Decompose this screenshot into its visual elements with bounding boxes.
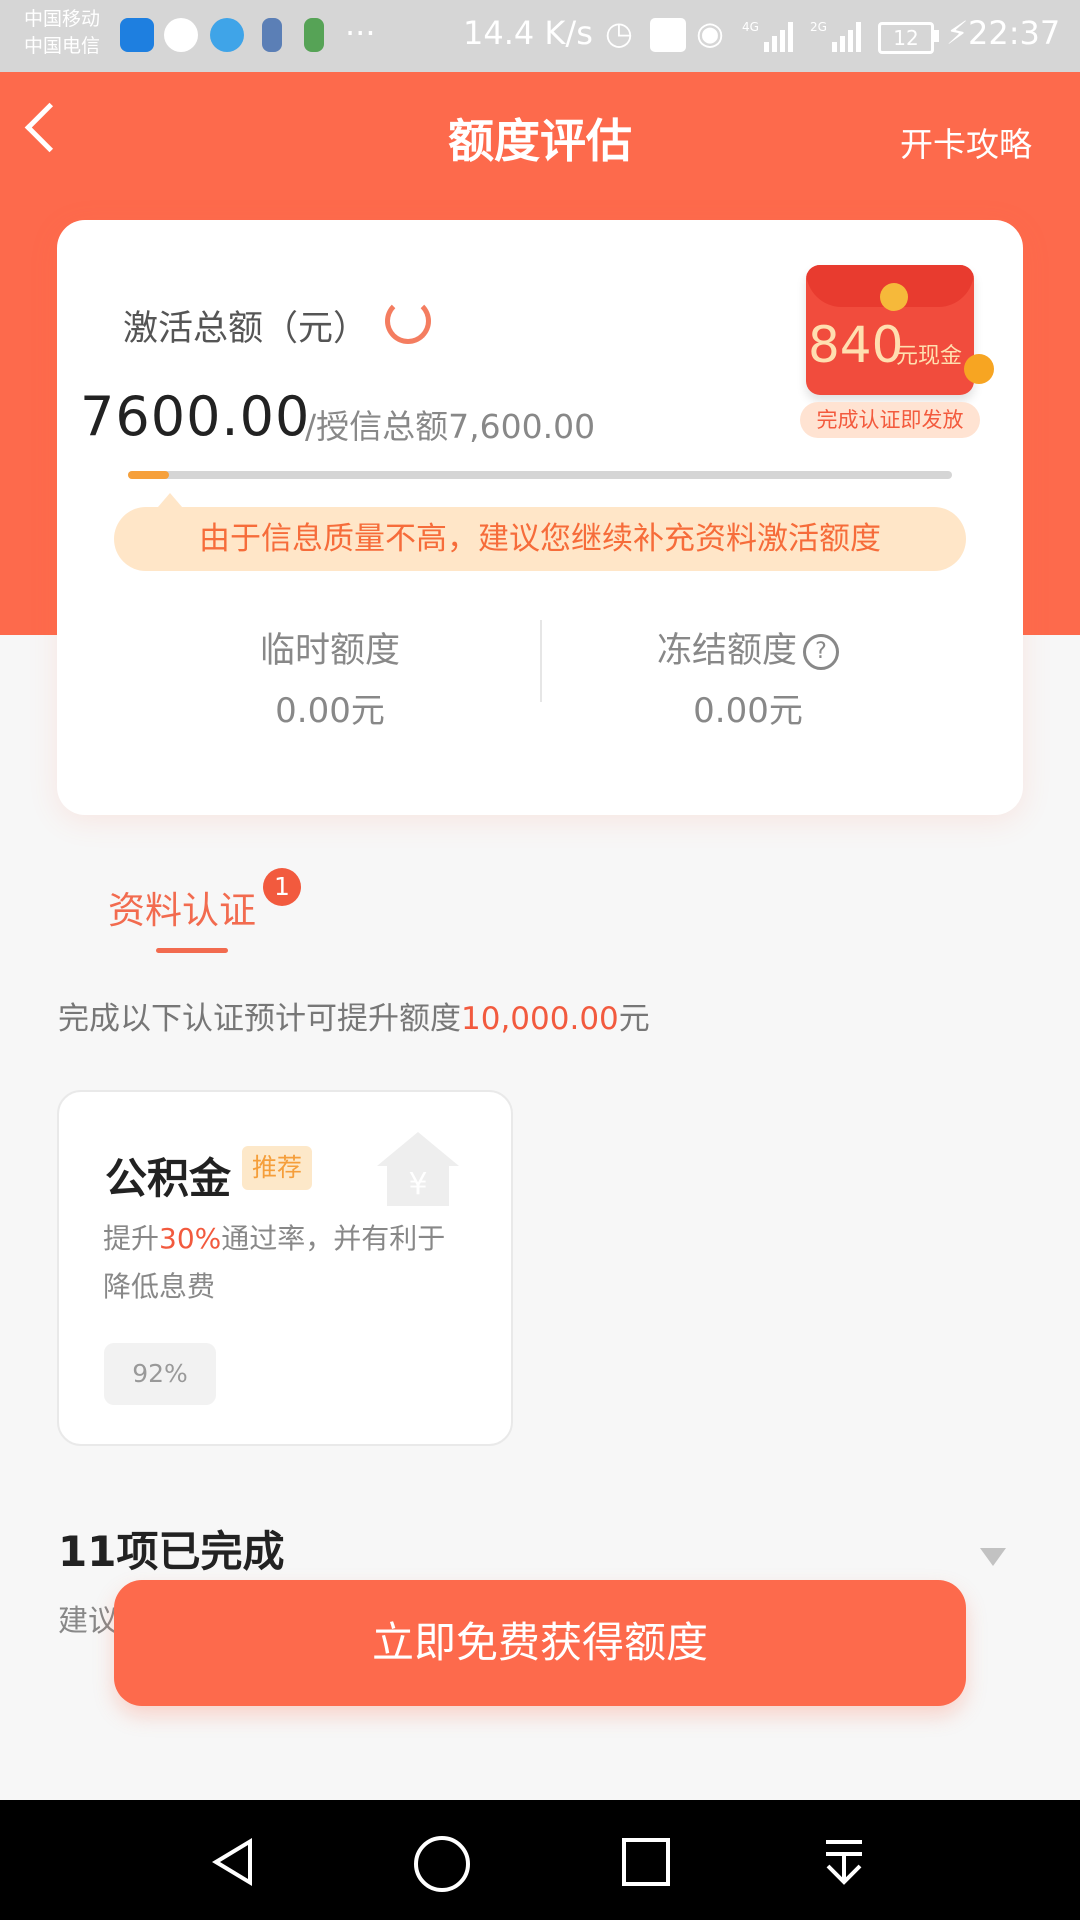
section-desc-amount: 10,000.00: [461, 1001, 619, 1037]
carrier-labels: 中国移动 中国电信: [24, 6, 100, 60]
chat-icon: [164, 18, 198, 52]
signal-4g-label: 4G: [742, 20, 759, 34]
tab-underline: [156, 948, 228, 953]
carrier-1: 中国移动: [24, 8, 101, 30]
coin-icon: [880, 283, 908, 311]
credit-progress-track: [128, 471, 952, 479]
card-guide-link[interactable]: 开卡攻略: [900, 118, 1032, 166]
get-credit-button[interactable]: 立即免费获得额度: [114, 1580, 966, 1706]
more-icon: ···: [345, 14, 376, 52]
carrier-2: 中国电信: [24, 35, 101, 57]
active-total-label: 激活总额（元）: [123, 309, 369, 349]
nav-recent-icon[interactable]: [622, 1838, 670, 1886]
info-tip: 由于信息质量不高，建议您继续补充资料激活额度: [114, 507, 966, 571]
completed-subtitle: 建议: [58, 1604, 118, 1639]
nav-home-icon[interactable]: [414, 1836, 470, 1892]
recommended-tag: 推荐: [242, 1146, 312, 1190]
section-desc-suffix: 元: [618, 1001, 650, 1037]
signal-2g-icon: 2G: [810, 20, 861, 52]
shield-icon: [120, 18, 154, 52]
frozen-credit-value: 0.00元: [693, 691, 803, 731]
item-description: 提升30%通过率，并有利于降低息费: [103, 1215, 473, 1311]
temp-credit-label: 临时额度: [259, 631, 400, 671]
column-divider: [540, 620, 542, 702]
credit-progress-fill: [128, 471, 169, 479]
alarm-icon: ◷: [605, 14, 633, 52]
eye-icon: ◉: [696, 14, 724, 52]
tab-data-verification[interactable]: 资料认证: [108, 880, 256, 934]
completed-title: 11项已完成: [58, 1527, 285, 1576]
section-desc-prefix: 完成以下认证预计可提升额度: [58, 1001, 461, 1037]
item-desc-prefix: 提升: [103, 1222, 160, 1255]
coin-icon: [964, 354, 994, 384]
house-yen-icon: ¥: [377, 1132, 459, 1206]
credit-total-text: /授信总额7,600.00: [305, 407, 596, 446]
item-desc-highlight: 30%: [159, 1222, 222, 1255]
charging-icon: ⚡: [946, 14, 969, 52]
download-icon: [304, 18, 324, 52]
hd-icon: [650, 18, 686, 52]
battery-tip: [934, 30, 939, 42]
tab-badge: 1: [263, 868, 301, 906]
red-packet-badge: 完成认证即发放: [800, 402, 980, 438]
nav-back-icon-inner: [220, 1845, 248, 1879]
signal-4g-icon: 4G: [742, 20, 793, 52]
red-packet-unit: 元现金: [896, 344, 963, 369]
active-total-amount: 7600.00: [80, 385, 311, 448]
network-speed: 14.4 K/s: [463, 14, 593, 52]
refresh-icon[interactable]: [385, 298, 431, 344]
clock: 22:37: [968, 14, 1061, 52]
svg-text:¥: ¥: [408, 1167, 427, 1202]
frozen-credit-label-text: 冻结额度: [656, 631, 797, 671]
signal-2g-label: 2G: [810, 20, 827, 34]
assistant-icon: [210, 18, 244, 52]
red-packet-amount: 840: [808, 316, 904, 374]
battery-indicator: 12: [878, 22, 934, 54]
chevron-down-icon[interactable]: [980, 1548, 1006, 1566]
item-percent-badge: 92%: [104, 1343, 216, 1405]
item-title: 公积金: [105, 1154, 232, 1203]
section-description: 完成以下认证预计可提升额度10,000.00元: [58, 993, 650, 1038]
system-nav-bar: [0, 1800, 1080, 1920]
frozen-credit-label: 冻结额度?: [548, 622, 948, 673]
tip-arrow: [158, 493, 182, 507]
help-icon[interactable]: ?: [803, 634, 839, 670]
app-icon: [262, 18, 282, 52]
nav-notification-icon[interactable]: [824, 1838, 864, 1886]
temp-credit-value: 0.00元: [275, 691, 385, 731]
